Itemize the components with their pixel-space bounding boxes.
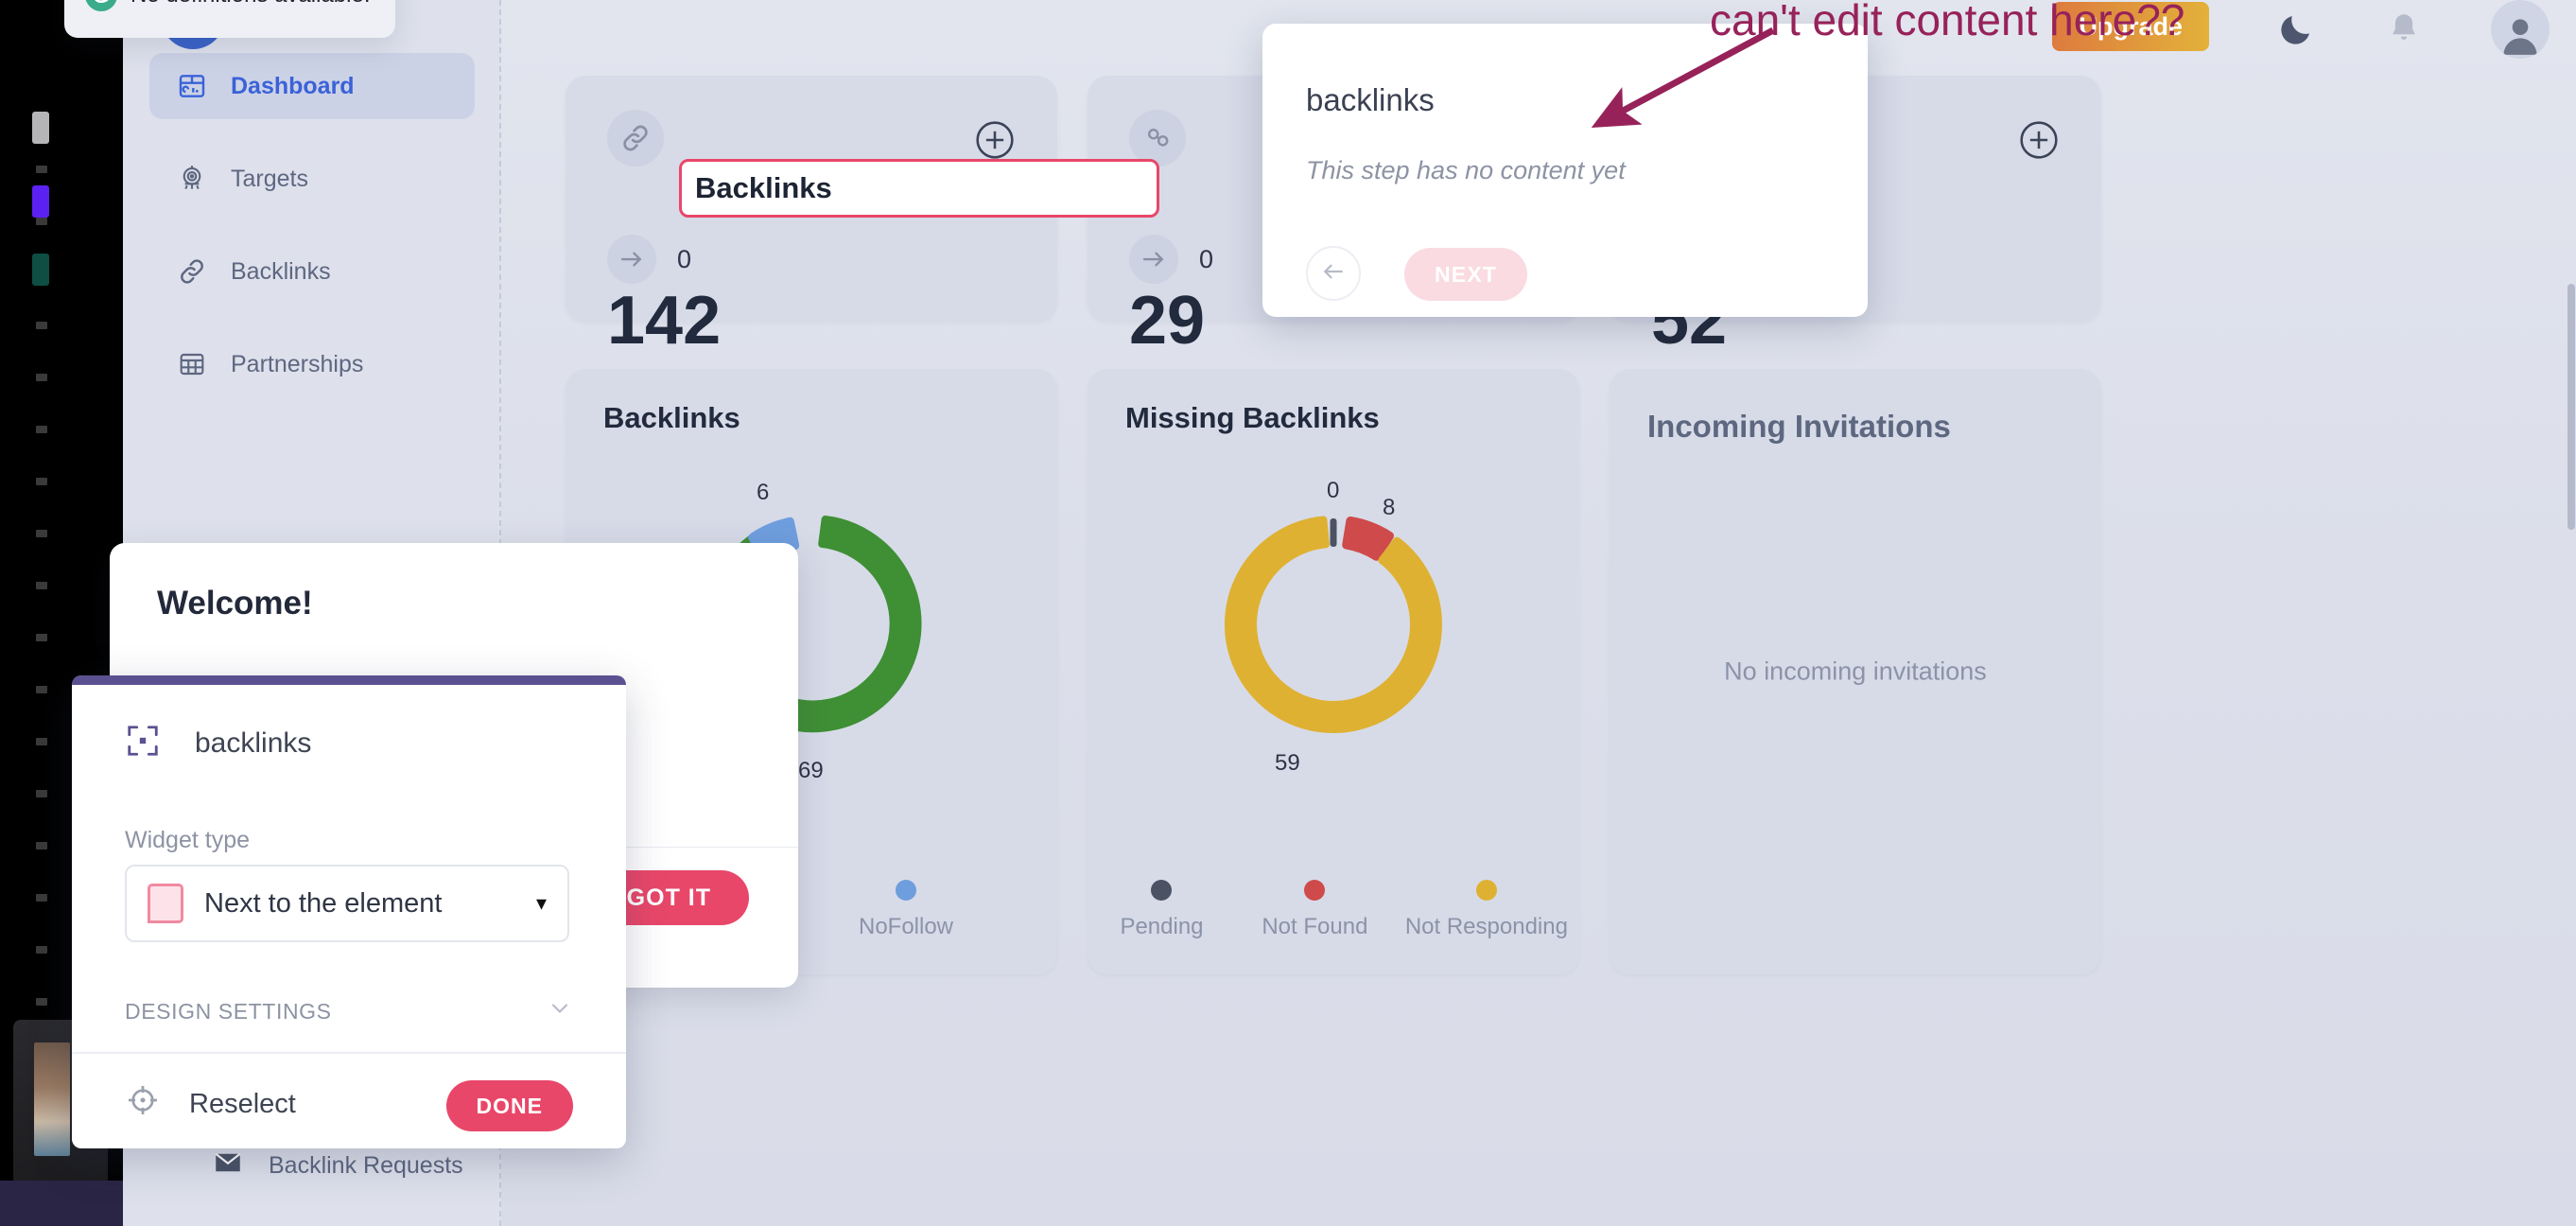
- grammarly-tooltip: G No definitions available.: [64, 0, 395, 38]
- legend-item[interactable]: Not Found: [1236, 880, 1394, 940]
- divider: [72, 1052, 626, 1054]
- stat-sub-value: 0: [1199, 244, 1214, 273]
- arrow-right-icon: [607, 235, 656, 284]
- caret-down-icon: ▾: [535, 891, 547, 915]
- donut-label-pending: 0: [1327, 478, 1339, 503]
- sidebar-item-backlinks[interactable]: Backlinks: [149, 238, 475, 305]
- panel-accent-bar: [72, 675, 626, 685]
- link-icon: [176, 255, 208, 288]
- incoming-invitations-card[interactable]: Incoming Invitations No incoming invitat…: [1610, 369, 2101, 974]
- card-title: Incoming Invitations: [1647, 409, 1951, 444]
- card-title-input-value: Backlinks: [695, 171, 832, 204]
- donut-label-not-responding: 59: [1275, 750, 1300, 776]
- moon-icon[interactable]: [2275, 9, 2317, 50]
- add-widget-button[interactable]: [974, 119, 1016, 161]
- tour-step-title: backlinks: [1306, 82, 1435, 117]
- stat-card-backlinks[interactable]: Backlinks 0 142: [566, 76, 1159, 359]
- widget-editor-panel[interactable]: backlinks Widget type Next to the elemen…: [72, 675, 626, 1148]
- sidebar-item-label: Backlink Requests: [269, 1152, 463, 1179]
- arrow-left-icon: [1319, 257, 1348, 290]
- legend-label: Pending: [1120, 914, 1204, 939]
- reselect-label: Reselect: [189, 1088, 296, 1119]
- sidebar-item-backlink-requests[interactable]: Backlink Requests: [212, 1147, 463, 1185]
- chart-legend: Pending Not Found Not Responding: [1088, 880, 1579, 940]
- sidebar-item-label: Targets: [231, 165, 308, 192]
- legend-label: Not Responding: [1404, 914, 1568, 939]
- os-swatch-gray: [32, 112, 49, 144]
- sidebar-item-targets[interactable]: Targets: [149, 146, 475, 212]
- grammarly-tooltip-text: No definitions available.: [131, 0, 371, 9]
- donut-slice-not-responding: [1224, 516, 1442, 733]
- os-swatch-green: [32, 254, 49, 286]
- grammarly-icon: G: [85, 0, 117, 11]
- welcome-card-title: Welcome!: [157, 585, 313, 622]
- app-window: G No definitions available. Dashboard: [64, 0, 2576, 1226]
- stat-big-value: 29: [1129, 283, 1206, 359]
- reselect-button[interactable]: Reselect: [125, 1082, 296, 1126]
- arrow-right-icon: [1129, 235, 1178, 284]
- selected-element-row: backlinks: [125, 723, 311, 763]
- tour-next-button[interactable]: NEXT: [1404, 248, 1528, 301]
- stat-sub-value: 0: [677, 244, 692, 273]
- donut-label-dofollow: 69: [798, 758, 824, 783]
- widget-type-select[interactable]: Next to the element ▾: [125, 865, 569, 942]
- stat-card-header: [607, 110, 664, 166]
- widget-type-swatch: [148, 884, 183, 923]
- legend-label: Not Found: [1262, 914, 1368, 939]
- dashboard-icon: [176, 70, 208, 102]
- page-scrollbar[interactable]: [2567, 0, 2576, 1226]
- stat-card-header: [1129, 110, 1209, 166]
- legend-dot-nofollow: [896, 880, 916, 901]
- crosshair-icon: [125, 1082, 161, 1126]
- scrollbar-thumb[interactable]: [2567, 284, 2575, 530]
- selection-icon: [125, 723, 161, 763]
- donut-label-nofollow: 6: [757, 480, 769, 505]
- design-settings-label: DESIGN SETTINGS: [125, 998, 332, 1024]
- chevron-down-icon: [547, 995, 573, 1027]
- mail-icon: [212, 1147, 244, 1185]
- bell-icon[interactable]: [2383, 9, 2425, 50]
- os-bottom-bar: [0, 1181, 123, 1226]
- empty-state-text: No incoming invitations: [1724, 657, 1987, 686]
- donut-chart-missing-backlinks: 0 8 59: [1088, 445, 1579, 814]
- sidebar-item-dashboard[interactable]: Dashboard: [149, 53, 475, 119]
- donut-slice-pending: [1330, 518, 1337, 547]
- design-settings-toggle[interactable]: DESIGN SETTINGS: [125, 995, 573, 1027]
- legend-dot-pending: [1151, 880, 1173, 901]
- tour-step-body: This step has no content yet: [1306, 156, 1626, 184]
- donut-slice-not-found: [1342, 517, 1394, 561]
- legend-label: NoFollow: [858, 914, 954, 939]
- selected-element-name: backlinks: [195, 727, 312, 759]
- done-button[interactable]: DONE: [445, 1080, 573, 1131]
- widget-type-label: Widget type: [125, 827, 251, 853]
- sidebar-item-partnerships[interactable]: Partnerships: [149, 331, 475, 397]
- stat-card-subvalue: 0: [1129, 235, 1213, 284]
- stat-card-subvalue: 0: [607, 235, 691, 284]
- avatar[interactable]: [2491, 0, 2550, 59]
- chart-title: Backlinks: [603, 401, 740, 434]
- card-title-input[interactable]: Backlinks: [679, 159, 1159, 218]
- widget-type-value: Next to the element: [204, 887, 443, 919]
- screenshot-root: G No definitions available. Dashboard: [0, 0, 2576, 1226]
- annotation-text: can't edit content here??: [1710, 0, 2185, 44]
- legend-dot-not-found: [1304, 880, 1326, 901]
- sidebar-item-label: Dashboard: [231, 72, 355, 99]
- donut-label-not-found: 8: [1383, 495, 1395, 520]
- chart-card-missing-backlinks[interactable]: Missing Backlinks 0 8 59 Pending Not Fou…: [1088, 369, 1579, 974]
- stat-big-value: 142: [607, 283, 722, 359]
- os-swatch-purple: [32, 185, 49, 218]
- legend-item[interactable]: Pending: [1088, 880, 1236, 940]
- partnership-icon: [1129, 110, 1186, 166]
- add-widget-button[interactable]: [2018, 119, 2060, 161]
- sidebar-item-label: Backlinks: [231, 257, 331, 285]
- legend-item[interactable]: NoFollow: [811, 880, 1001, 940]
- chart-title: Missing Backlinks: [1125, 401, 1380, 434]
- tour-back-button[interactable]: [1306, 246, 1361, 301]
- link-icon: [607, 110, 664, 166]
- table-icon: [176, 348, 208, 380]
- legend-item[interactable]: Not Responding: [1394, 880, 1579, 940]
- legend-dot-not-responding: [1475, 880, 1497, 901]
- sidebar-item-label: Partnerships: [231, 350, 364, 377]
- target-icon: [176, 163, 208, 195]
